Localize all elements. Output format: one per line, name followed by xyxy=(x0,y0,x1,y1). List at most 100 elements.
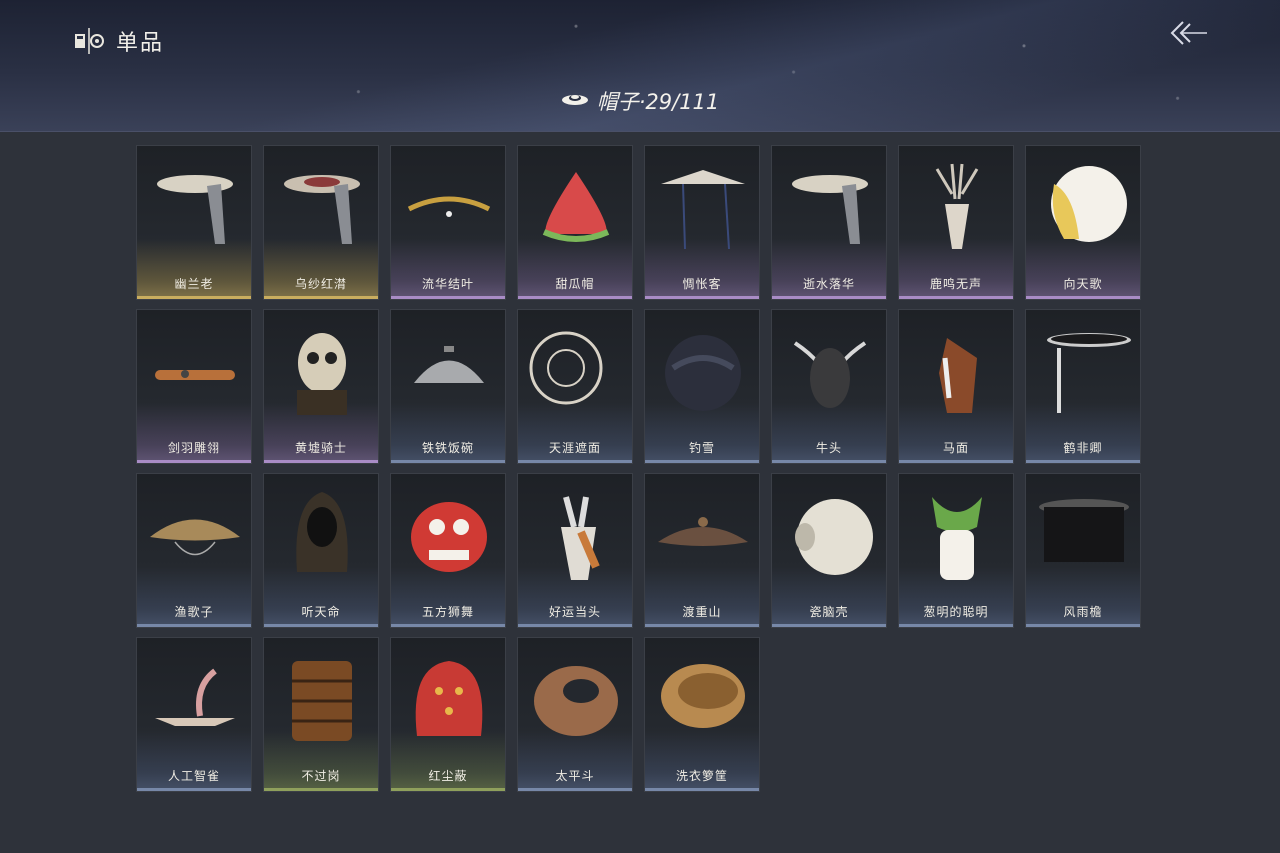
rarity-bar xyxy=(264,624,378,627)
rarity-bar xyxy=(899,624,1013,627)
item-name: 太平斗 xyxy=(555,769,595,783)
rarity-bar xyxy=(1026,460,1140,463)
item-card[interactable]: 鹤非卿 xyxy=(1025,309,1141,464)
item-name: 铁铁饭碗 xyxy=(421,441,474,455)
item-name: 渡重山 xyxy=(682,605,722,619)
item-card[interactable]: 牛头 xyxy=(771,309,887,464)
item-card[interactable]: 葱明的聪明 xyxy=(898,473,1014,628)
rarity-bar xyxy=(391,788,505,791)
scallion-hat-icon xyxy=(907,482,1007,592)
rarity-bar xyxy=(645,296,759,299)
item-card[interactable]: 逝水落华 xyxy=(771,145,887,300)
rarity-bar xyxy=(391,624,505,627)
item-card[interactable]: 渡重山 xyxy=(644,473,760,628)
rarity-bar xyxy=(518,296,632,299)
deer-skull-icon xyxy=(907,154,1007,264)
item-card[interactable]: 幽兰老 xyxy=(136,145,252,300)
item-card[interactable]: 人工智雀 xyxy=(136,637,252,792)
hat-icon xyxy=(561,91,589,111)
item-name: 瓷脑壳 xyxy=(809,605,849,619)
rarity-bar xyxy=(518,788,632,791)
category-header: 帽子·29/111 xyxy=(0,86,1280,116)
item-name: 逝水落华 xyxy=(802,277,855,291)
item-name: 剑羽雕翎 xyxy=(167,441,220,455)
item-card[interactable]: 瓷脑壳 xyxy=(771,473,887,628)
iron-bowl-icon xyxy=(399,318,499,428)
top-bar: 单品 帽子·29/111 xyxy=(0,0,1280,132)
item-card[interactable]: 惆怅客 xyxy=(644,145,760,300)
donkey-head-icon xyxy=(526,482,626,592)
item-name: 乌纱红潸 xyxy=(294,277,347,291)
item-card[interactable]: 风雨檐 xyxy=(1025,473,1141,628)
goose-head-icon xyxy=(1034,154,1134,264)
item-name: 惆怅客 xyxy=(682,277,722,291)
rarity-bar xyxy=(645,788,759,791)
wide-brim-hat-icon xyxy=(653,154,753,264)
item-card[interactable]: 渔歌子 xyxy=(136,473,252,628)
rarity-bar xyxy=(1026,624,1140,627)
item-card[interactable]: 天涯遮面 xyxy=(517,309,633,464)
item-name: 五方狮舞 xyxy=(421,605,474,619)
stacked-bowls-icon xyxy=(272,646,372,756)
rarity-bar xyxy=(391,296,505,299)
category-label: 帽子·29/111 xyxy=(596,90,720,114)
item-name: 红尘蔽 xyxy=(428,769,468,783)
rarity-bar xyxy=(137,788,251,791)
rarity-bar xyxy=(772,460,886,463)
item-name: 洗衣箩筐 xyxy=(675,769,728,783)
rarity-bar xyxy=(645,460,759,463)
rarity-bar xyxy=(137,460,251,463)
rarity-bar xyxy=(645,624,759,627)
item-name: 风雨檐 xyxy=(1063,605,1103,619)
item-card[interactable]: 太平斗 xyxy=(517,637,633,792)
fisher-hat-icon xyxy=(145,482,245,592)
rarity-bar xyxy=(264,460,378,463)
rarity-bar xyxy=(391,460,505,463)
item-card[interactable]: 洗衣箩筐 xyxy=(644,637,760,792)
item-name: 好运当头 xyxy=(548,605,601,619)
item-name: 牛头 xyxy=(815,441,842,455)
item-card[interactable]: 听天命 xyxy=(263,473,379,628)
item-card[interactable]: 红尘蔽 xyxy=(390,637,506,792)
item-name: 鹤非卿 xyxy=(1063,441,1103,455)
item-card[interactable]: 剑羽雕翎 xyxy=(136,309,252,464)
back-arrow-icon xyxy=(1169,19,1209,51)
item-card[interactable]: 鹿鸣无声 xyxy=(898,145,1014,300)
item-card[interactable]: 黄墟骑士 xyxy=(263,309,379,464)
rarity-bar xyxy=(772,296,886,299)
lion-dance-icon xyxy=(399,482,499,592)
paper-bird-icon xyxy=(145,646,245,756)
item-name: 葱明的聪明 xyxy=(923,605,989,619)
item-card[interactable]: 甜瓜帽 xyxy=(517,145,633,300)
laundry-basket-icon xyxy=(653,646,753,756)
item-card[interactable]: 不过岗 xyxy=(263,637,379,792)
rarity-bar xyxy=(772,624,886,627)
veiled-red-hat-icon xyxy=(272,154,372,264)
rarity-bar xyxy=(264,296,378,299)
rarity-bar xyxy=(518,624,632,627)
item-card[interactable]: 好运当头 xyxy=(517,473,633,628)
item-card[interactable]: 五方狮舞 xyxy=(390,473,506,628)
item-card[interactable]: 铁铁饭碗 xyxy=(390,309,506,464)
rarity-bar xyxy=(518,460,632,463)
headband-icon xyxy=(145,318,245,428)
item-card[interactable]: 马面 xyxy=(898,309,1014,464)
item-card[interactable]: 钓雪 xyxy=(644,309,760,464)
rarity-bar xyxy=(1026,296,1140,299)
laurel-wreath-icon xyxy=(399,154,499,264)
item-card[interactable]: 流华结叶 xyxy=(390,145,506,300)
item-name: 甜瓜帽 xyxy=(555,277,595,291)
back-button[interactable] xyxy=(1168,18,1210,52)
watermelon-hat-icon xyxy=(526,154,626,264)
item-name: 流华结叶 xyxy=(421,277,474,291)
item-name: 马面 xyxy=(942,441,969,455)
rarity-bar xyxy=(899,460,1013,463)
rarity-bar xyxy=(137,624,251,627)
item-name: 天涯遮面 xyxy=(548,441,601,455)
woven-basket-icon xyxy=(526,646,626,756)
rarity-bar xyxy=(264,788,378,791)
item-card[interactable]: 乌纱红潸 xyxy=(263,145,379,300)
item-card[interactable]: 向天歌 xyxy=(1025,145,1141,300)
rarity-bar xyxy=(137,296,251,299)
horse-head-icon xyxy=(907,318,1007,428)
